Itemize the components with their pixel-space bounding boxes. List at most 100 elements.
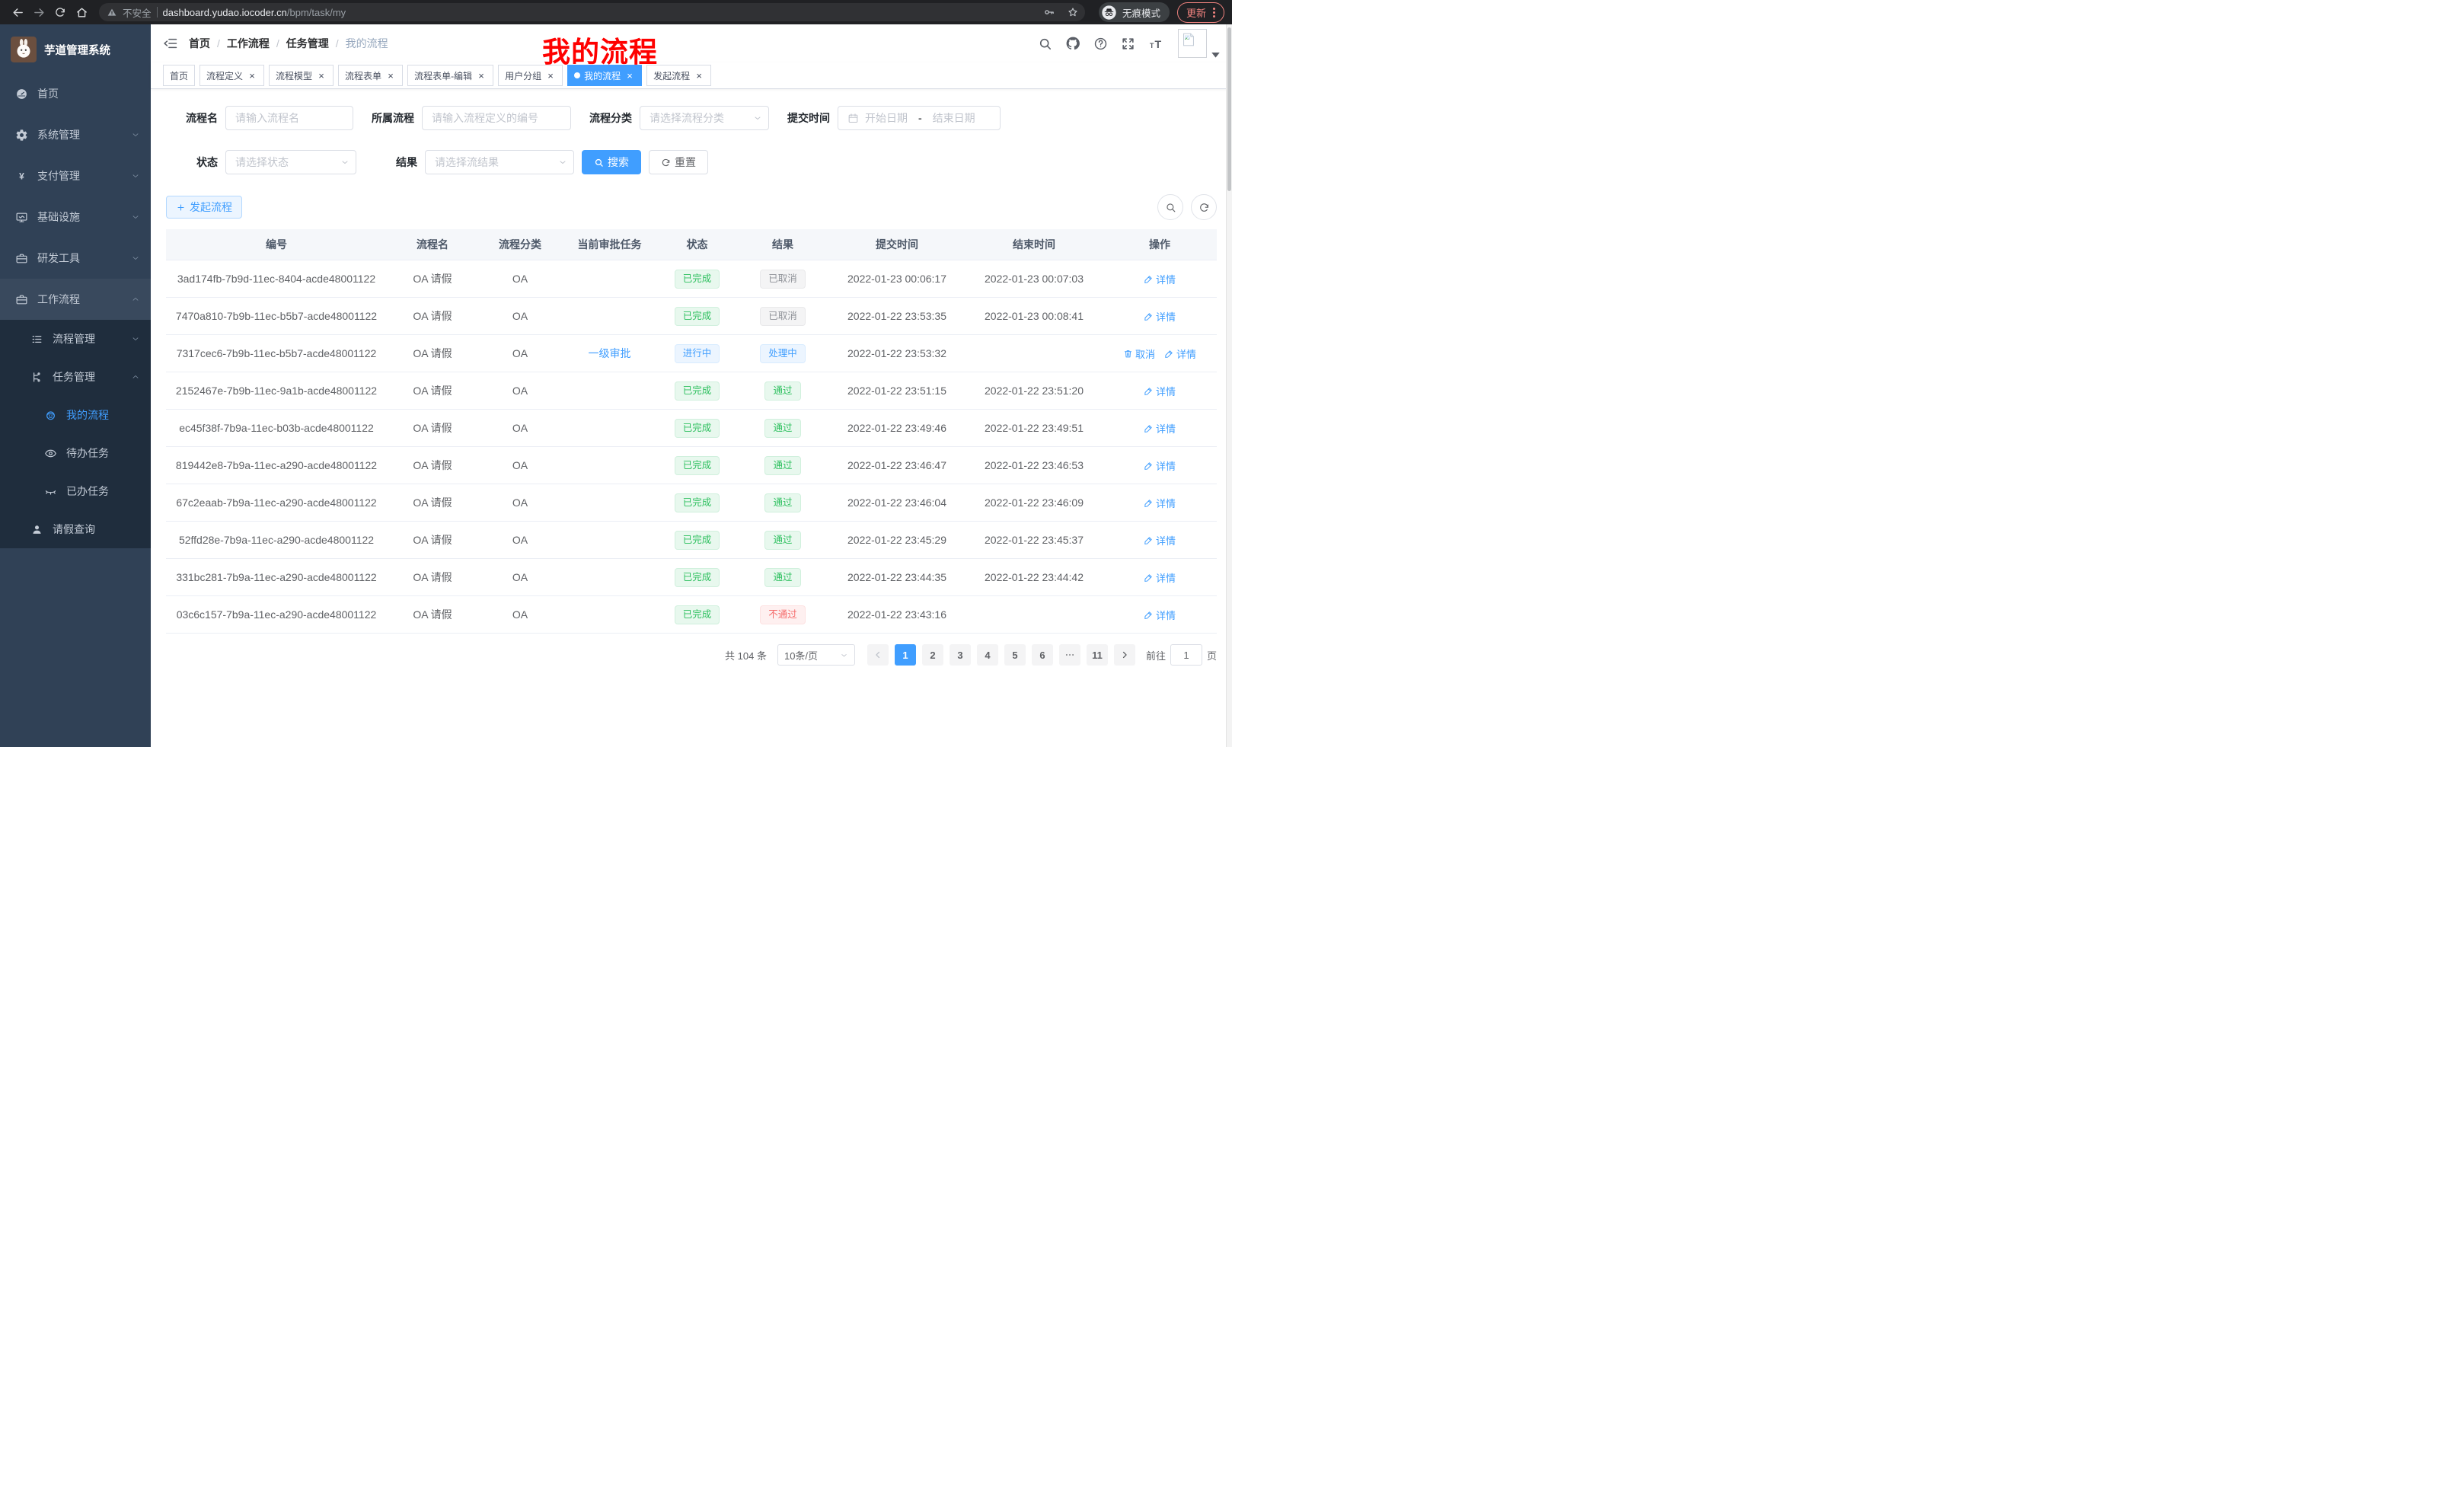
sidebar-item-home[interactable]: 首页: [0, 73, 151, 114]
detail-action[interactable]: 详情: [1144, 608, 1176, 622]
chevron-down-icon: [131, 130, 140, 139]
password-key-button[interactable]: [1040, 3, 1058, 21]
sidebar-item-todo-task[interactable]: 待办任务: [0, 434, 151, 472]
cell-end-time: 2022-01-22 23:46:09: [965, 484, 1103, 522]
sidebar-item-my-process[interactable]: 我的流程: [0, 396, 151, 434]
tab-close-icon[interactable]: ×: [624, 70, 635, 81]
tab-close-icon[interactable]: ×: [316, 70, 327, 81]
bookmark-star-button[interactable]: [1064, 3, 1082, 21]
page-size-select[interactable]: 10条/页: [777, 644, 855, 666]
pager-page-3[interactable]: 3: [950, 644, 971, 666]
pager-prev-button[interactable]: [867, 644, 889, 666]
breadcrumb-separator: /: [217, 37, 220, 49]
tab-start-process[interactable]: 发起流程×: [646, 65, 711, 86]
detail-action[interactable]: 详情: [1144, 309, 1176, 324]
detail-action[interactable]: 详情: [1164, 346, 1196, 361]
fullscreen-button[interactable]: [1121, 37, 1135, 51]
pager-next-button[interactable]: [1114, 644, 1135, 666]
sidebar-item-done-task[interactable]: 已办任务: [0, 472, 151, 510]
scrollbar-thumb[interactable]: [1227, 27, 1231, 191]
browser-update-button[interactable]: 更新: [1177, 2, 1224, 23]
browser-forward-button[interactable]: [29, 2, 49, 22]
detail-action[interactable]: 详情: [1144, 458, 1176, 473]
pager-page-11[interactable]: 11: [1087, 644, 1108, 666]
sidebar-item-leave-query[interactable]: 请假查询: [0, 510, 151, 548]
detail-action[interactable]: 详情: [1144, 384, 1176, 398]
submit-time-range-picker[interactable]: 开始日期 - 结束日期: [838, 106, 1001, 130]
help-button[interactable]: [1093, 37, 1108, 51]
cancel-action[interactable]: 取消: [1123, 346, 1155, 361]
pager-page-2[interactable]: 2: [922, 644, 943, 666]
start-process-button[interactable]: 发起流程: [166, 196, 242, 219]
window-scrollbar[interactable]: [1226, 24, 1232, 747]
security-label[interactable]: 不安全: [123, 5, 152, 20]
detail-action[interactable]: 详情: [1144, 496, 1176, 510]
breadcrumb-item[interactable]: 工作流程: [227, 36, 270, 51]
tab-close-icon[interactable]: ×: [476, 70, 487, 81]
detail-action[interactable]: 详情: [1144, 272, 1176, 286]
tab-close-icon[interactable]: ×: [247, 70, 257, 81]
submit-time-label: 提交时间: [787, 110, 830, 126]
tab-process-form[interactable]: 流程表单×: [338, 65, 403, 86]
sidebar-item-process-mgmt[interactable]: 流程管理: [0, 320, 151, 358]
detail-action[interactable]: 详情: [1144, 570, 1176, 585]
process-definition-input[interactable]: [422, 106, 571, 130]
tab-home[interactable]: 首页: [163, 65, 195, 86]
tab-process-definition[interactable]: 流程定义×: [199, 65, 264, 86]
tab-close-icon[interactable]: ×: [694, 70, 704, 81]
goto-page-input[interactable]: [1170, 644, 1202, 666]
cell-status: 已完成: [657, 447, 737, 484]
toggle-search-button[interactable]: [1157, 194, 1183, 220]
refresh-table-button[interactable]: [1191, 194, 1217, 220]
sidebar-item-payment-mgmt[interactable]: ¥支付管理: [0, 155, 151, 196]
user-avatar-menu[interactable]: [1178, 29, 1220, 58]
cell-actions: 详情: [1103, 522, 1217, 559]
breadcrumb-item[interactable]: 任务管理: [286, 36, 329, 51]
detail-action[interactable]: 详情: [1144, 421, 1176, 436]
category-select[interactable]: 请选择流程分类: [640, 106, 769, 130]
caret-down-icon: [1211, 53, 1220, 58]
app-logo[interactable]: 芋道管理系统: [0, 24, 151, 73]
page-suffix: 页: [1207, 648, 1217, 662]
pager-page-6[interactable]: 6: [1032, 644, 1053, 666]
pager-page-1[interactable]: 1: [895, 644, 916, 666]
status-badge: 已完成: [675, 531, 720, 550]
tab-user-group[interactable]: 用户分组×: [498, 65, 563, 86]
sidebar-item-task-mgmt[interactable]: 任务管理: [0, 358, 151, 396]
cell-result: 通过: [737, 410, 828, 447]
status-select[interactable]: 请选择状态: [225, 150, 356, 174]
tab-close-icon[interactable]: ×: [385, 70, 396, 81]
process-name-input[interactable]: [225, 106, 353, 130]
browser-menu-icon[interactable]: [1213, 8, 1215, 18]
sidebar-item-dev-tools[interactable]: 研发工具: [0, 238, 151, 279]
address-bar[interactable]: 不安全 dashboard.yudao.iocoder.cn/bpm/task/…: [99, 3, 1085, 21]
tab-close-icon[interactable]: ×: [545, 70, 556, 81]
browser-home-button[interactable]: [72, 2, 91, 22]
pager-page-5[interactable]: 5: [1004, 644, 1026, 666]
browser-reload-button[interactable]: [50, 2, 70, 22]
cell-status: 已完成: [657, 372, 737, 410]
pager-more-button[interactable]: [1059, 644, 1080, 666]
sidebar-item-system-mgmt[interactable]: 系统管理: [0, 114, 151, 155]
font-size-button[interactable]: TT: [1148, 36, 1165, 51]
sidebar-item-infrastructure[interactable]: 基础设施: [0, 196, 151, 238]
sidebar-item-workflow[interactable]: 工作流程: [0, 279, 151, 320]
browser-back-button[interactable]: [8, 2, 27, 22]
list-icon: [30, 333, 43, 346]
github-link[interactable]: [1065, 36, 1080, 51]
detail-action[interactable]: 详情: [1144, 533, 1176, 547]
tab-my-process[interactable]: 我的流程×: [567, 65, 642, 86]
search-button[interactable]: 搜索: [582, 150, 641, 174]
breadcrumb-item[interactable]: 首页: [189, 36, 210, 51]
edit-icon: [1144, 461, 1154, 471]
reset-button[interactable]: 重置: [649, 150, 708, 174]
header-search-button[interactable]: [1038, 37, 1052, 51]
tab-process-form-edit[interactable]: 流程表单-编辑×: [407, 65, 493, 86]
result-select[interactable]: 请选择流结果: [425, 150, 574, 174]
pager-page-4[interactable]: 4: [977, 644, 998, 666]
current-task-link[interactable]: 一级审批: [589, 347, 631, 359]
avatar[interactable]: [1178, 29, 1207, 58]
cell-process-id: 52ffd28e-7b9a-11ec-a290-acde48001122: [166, 522, 387, 559]
tab-process-model[interactable]: 流程模型×: [269, 65, 334, 86]
sidebar-collapse-button[interactable]: [163, 36, 178, 51]
